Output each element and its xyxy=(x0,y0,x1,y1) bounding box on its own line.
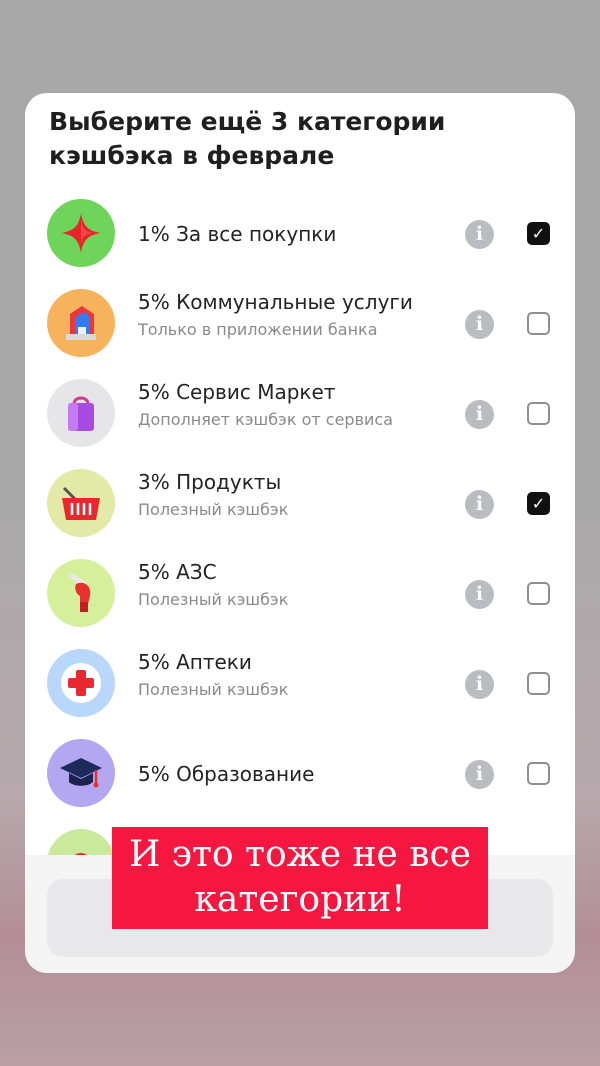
info-icon[interactable]: i xyxy=(465,670,494,699)
category-subtitle: Полезный кэшбэк xyxy=(138,500,289,519)
category-subtitle: Полезный кэшбэк xyxy=(138,680,289,699)
category-title: 5% Аптеки xyxy=(138,650,252,674)
overlay-caption-line2: категории! xyxy=(194,879,406,920)
category-title: 5% АЗС xyxy=(138,560,217,584)
category-row-all-purchases[interactable]: 1% За все покупки i ✓ xyxy=(25,191,575,281)
category-title: 5% Коммунальные услуги xyxy=(138,290,413,314)
category-row-gas-station[interactable]: 5% АЗС Полезный кэшбэк i xyxy=(25,551,575,641)
category-title: 5% Образование xyxy=(138,762,315,786)
category-subtitle: Полезный кэшбэк xyxy=(138,590,289,609)
category-row-pharmacy[interactable]: 5% Аптеки Полезный кэшбэк i xyxy=(25,641,575,731)
pharmacy-cross-icon xyxy=(47,649,115,717)
category-title: 3% Продукты xyxy=(138,470,282,494)
category-checkbox[interactable] xyxy=(527,762,550,785)
category-title: 1% За все покупки xyxy=(138,222,337,246)
info-icon[interactable]: i xyxy=(465,490,494,519)
info-icon[interactable]: i xyxy=(465,220,494,249)
house-icon xyxy=(47,289,115,357)
category-row-education[interactable]: 5% Образование i xyxy=(25,731,575,821)
category-checkbox[interactable]: ✓ xyxy=(527,222,550,245)
shopping-bag-icon xyxy=(47,379,115,447)
category-checkbox[interactable] xyxy=(527,672,550,695)
overlay-caption: И это тоже не все категории! xyxy=(112,827,488,929)
category-row-groceries[interactable]: 3% Продукты Полезный кэшбэк i ✓ xyxy=(25,461,575,551)
category-subtitle: Дополняет кэшбэк от сервиса xyxy=(138,410,394,429)
fuel-nozzle-icon xyxy=(47,559,115,627)
category-checkbox[interactable] xyxy=(527,402,550,425)
info-icon[interactable]: i xyxy=(465,580,494,609)
category-checkbox[interactable]: ✓ xyxy=(527,492,550,515)
graduation-cap-icon xyxy=(47,739,115,807)
info-icon[interactable]: i xyxy=(465,310,494,339)
category-title: 5% Сервис Маркет xyxy=(138,380,336,404)
basket-icon xyxy=(47,469,115,537)
info-icon[interactable]: i xyxy=(465,760,494,789)
overlay-caption-line1: И это тоже не все xyxy=(129,834,471,875)
category-checkbox[interactable] xyxy=(527,312,550,335)
info-icon[interactable]: i xyxy=(465,400,494,429)
category-subtitle: Только в приложении банка xyxy=(138,320,378,339)
star-icon xyxy=(47,199,115,267)
category-row-service-market[interactable]: 5% Сервис Маркет Дополняет кэшбэк от сер… xyxy=(25,371,575,461)
category-row-utilities[interactable]: 5% Коммунальные услуги Только в приложен… xyxy=(25,281,575,371)
modal-title: Выберите ещё 3 категории кэшбэка в февра… xyxy=(49,107,446,170)
category-checkbox[interactable] xyxy=(527,582,550,605)
